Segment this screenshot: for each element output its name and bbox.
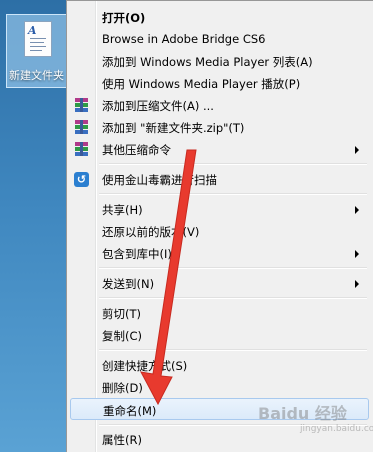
- watermark-text: Baidu 经验: [258, 404, 347, 423]
- context-menu: 打开(O) Browse in Adobe Bridge CS6 添加到 Win…: [66, 0, 373, 452]
- menu-item-label: 使用 Windows Media Player 播放(P): [102, 77, 301, 91]
- menu-item-label: 创建快捷方式(S): [102, 359, 188, 373]
- menu-item-create-shortcut[interactable]: 创建快捷方式(S): [70, 354, 369, 376]
- menu-item-copy[interactable]: 复制(C): [70, 324, 369, 346]
- menu-item-label: 剪切(T): [102, 307, 141, 321]
- menu-item-label: 属性(R): [102, 433, 142, 447]
- menu-item-label: 打开(O): [102, 11, 146, 25]
- menu-separator: [99, 193, 367, 195]
- menu-separator: [99, 349, 367, 351]
- menu-item-label: 使用金山毒霸进行扫描: [102, 173, 217, 187]
- winrar-icon: [73, 97, 89, 113]
- jinshan-antivirus-icon: ↺: [73, 171, 89, 187]
- menu-item-antivirus-scan[interactable]: ↺ 使用金山毒霸进行扫描: [70, 168, 369, 190]
- menu-item-label: 复制(C): [102, 329, 143, 343]
- menu-item-open[interactable]: 打开(O): [70, 6, 369, 28]
- menu-item-wmp-play[interactable]: 使用 Windows Media Player 播放(P): [70, 72, 369, 94]
- menu-item-adobe-bridge[interactable]: Browse in Adobe Bridge CS6: [70, 28, 369, 50]
- menu-item-label: 其他压缩命令: [102, 143, 171, 157]
- menu-item-label: 还原以前的版本(V): [102, 225, 200, 239]
- submenu-arrow-icon: [355, 250, 359, 258]
- desktop-icon-label: 新建文件夹: [9, 69, 64, 82]
- menu-item-label: 发送到(N): [102, 277, 155, 291]
- menu-item-label: 包含到库中(I): [102, 247, 172, 261]
- document-icon: A: [24, 21, 52, 57]
- menu-item-other-compress[interactable]: 其他压缩命令: [70, 138, 369, 160]
- menu-item-label: 添加到压缩文件(A) ...: [102, 99, 214, 113]
- submenu-arrow-icon: [355, 146, 359, 154]
- menu-item-label: 添加到 Windows Media Player 列表(A): [102, 55, 313, 69]
- winrar-icon: [73, 119, 89, 135]
- submenu-arrow-icon: [355, 206, 359, 214]
- menu-item-wmp-add[interactable]: 添加到 Windows Media Player 列表(A): [70, 50, 369, 72]
- menu-item-cut[interactable]: 剪切(T): [70, 302, 369, 324]
- menu-item-send-to[interactable]: 发送到(N): [70, 272, 369, 294]
- menu-separator: [99, 297, 367, 299]
- menu-item-label: 共享(H): [102, 203, 143, 217]
- menu-separator: [99, 163, 367, 165]
- menu-item-include-library[interactable]: 包含到库中(I): [70, 242, 369, 264]
- menu-item-label: 删除(D): [102, 381, 143, 395]
- menu-item-label: 重命名(M): [103, 404, 157, 418]
- menu-item-label: Browse in Adobe Bridge CS6: [102, 32, 266, 46]
- desktop-file-icon[interactable]: A 新建文件夹: [6, 14, 68, 88]
- submenu-arrow-icon: [355, 280, 359, 288]
- watermark-subtext: jingyan.baidu.com: [300, 424, 373, 434]
- menu-item-add-zip[interactable]: 添加到 "新建文件夹.zip"(T): [70, 116, 369, 138]
- menu-item-restore-versions[interactable]: 还原以前的版本(V): [70, 220, 369, 242]
- menu-item-delete[interactable]: 删除(D): [70, 376, 369, 398]
- menu-item-add-archive[interactable]: 添加到压缩文件(A) ...: [70, 94, 369, 116]
- winrar-icon: [73, 141, 89, 157]
- menu-item-share[interactable]: 共享(H): [70, 198, 369, 220]
- menu-item-label: 添加到 "新建文件夹.zip"(T): [102, 121, 245, 135]
- menu-separator: [99, 267, 367, 269]
